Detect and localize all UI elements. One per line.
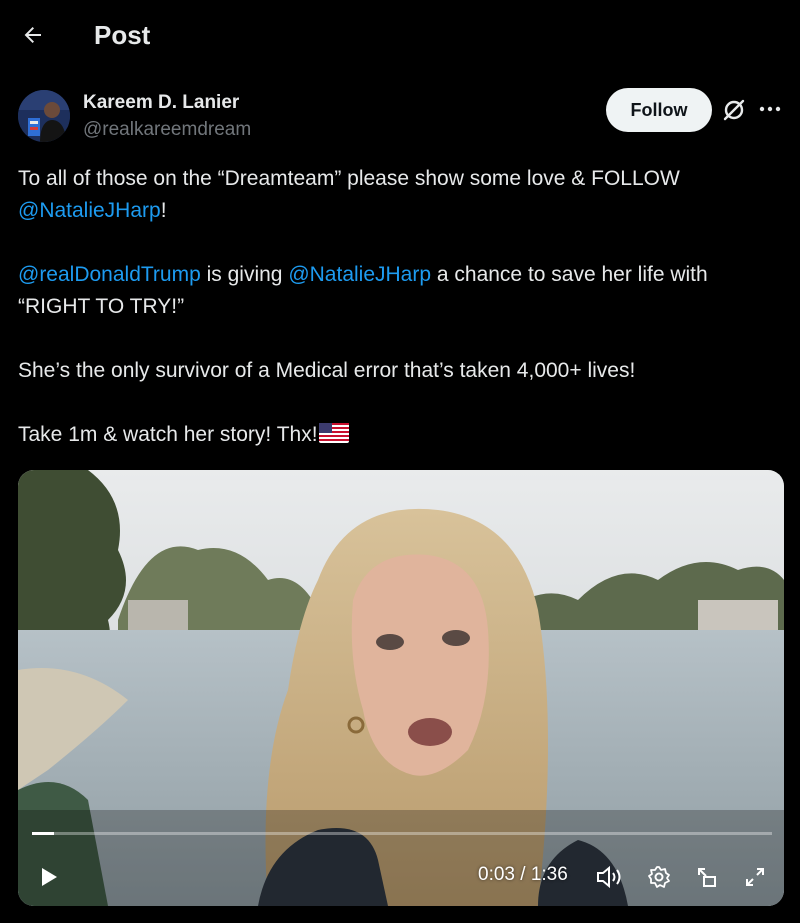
settings-button[interactable] [642, 860, 676, 894]
video-time: 0:03 / 1:36 [478, 864, 568, 886]
volume-icon [597, 865, 621, 889]
fullscreen-button[interactable] [738, 860, 772, 894]
us-flag-icon [318, 423, 349, 443]
mention-link[interactable]: @NatalieJHarp [288, 263, 431, 286]
post-text: To all of those on the “Dreamteam” pleas… [18, 163, 782, 451]
follow-button[interactable]: Follow [606, 88, 712, 132]
post-paragraph: She’s the only survivor of a Medical err… [18, 359, 636, 382]
grok-icon[interactable] [721, 97, 747, 123]
video-current-time: 0:03 [478, 864, 515, 885]
video-player[interactable]: 0:03 / 1:36 [18, 470, 784, 906]
arrow-left-icon [24, 27, 41, 43]
video-progress-track[interactable] [32, 832, 772, 835]
post-text-fragment: is giving [200, 263, 289, 286]
avatar[interactable] [18, 90, 70, 142]
post-text-fragment: Take 1m & watch her story! Thx! [18, 423, 318, 446]
back-button[interactable] [14, 16, 52, 54]
post-text-line: To all of those on the “Dreamteam” pleas… [18, 167, 680, 190]
mention-link[interactable]: @realDonaldTrump [18, 263, 201, 286]
picture-in-picture-icon [698, 868, 716, 887]
more-horizontal-icon[interactable] [758, 96, 782, 122]
post-paragraph: To all of those on the “Dreamteam” pleas… [18, 163, 782, 227]
fullscreen-icon [746, 868, 764, 886]
volume-button[interactable] [592, 860, 626, 894]
play-button[interactable] [34, 862, 64, 892]
page-title: Post [94, 20, 151, 50]
author-handle[interactable]: @realkareemdream [83, 119, 251, 141]
post-paragraph: Take 1m & watch her story! Thx! [18, 419, 782, 451]
video-progress-fill [32, 832, 55, 835]
post-text-fragment: ! [160, 199, 167, 222]
video-time-separator: / [514, 864, 531, 885]
author-row: Kareem D. Lanier @realkareemdream Follow [18, 88, 782, 148]
play-icon [42, 868, 57, 886]
video-frame [18, 470, 784, 906]
picture-in-picture-button[interactable] [690, 860, 724, 894]
author-name[interactable]: Kareem D. Lanier [83, 92, 239, 114]
post-paragraph: @realDonaldTrump is giving @NatalieJHarp… [18, 259, 782, 323]
video-duration: 1:36 [530, 864, 568, 885]
gear-icon [648, 866, 670, 888]
mention-link[interactable]: @NatalieJHarp [18, 199, 161, 222]
post-header: Post [0, 0, 800, 72]
